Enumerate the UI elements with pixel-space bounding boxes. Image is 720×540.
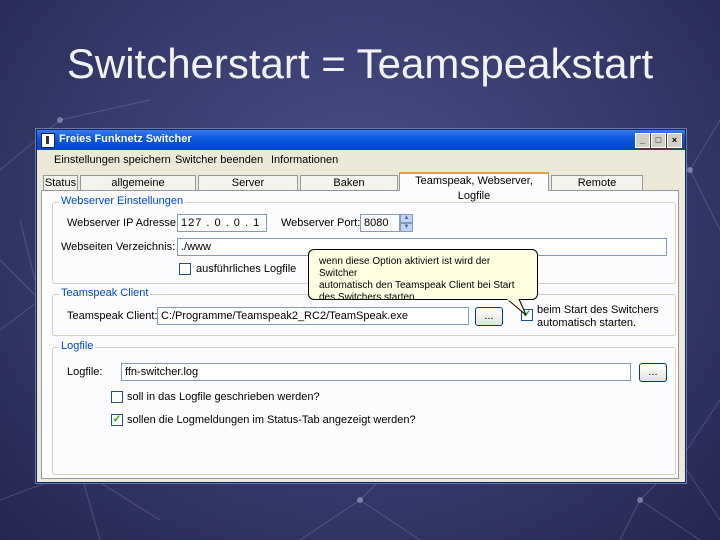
title-bar[interactable]: Freies Funknetz Switcher _ □ × <box>37 130 685 150</box>
teamspeak-browse-button[interactable]: ... <box>475 307 503 326</box>
menu-quit-switcher[interactable]: Switcher beenden <box>175 154 263 166</box>
close-button[interactable]: × <box>667 133 682 148</box>
port-spinner[interactable]: ▲ ▼ <box>400 214 413 232</box>
teamspeak-autostart-label-line2: automatisch starten. <box>537 317 637 329</box>
logfile-input[interactable]: ffn-switcher.log <box>121 363 631 381</box>
tab-status[interactable]: Status <box>43 175 78 190</box>
teamspeak-autostart-label-line1: beim Start des Switchers <box>537 304 659 316</box>
tooltip-line2: automatisch den Teamspeak Client bei Sta… <box>319 280 515 291</box>
webserver-ip-input[interactable]: 127 . 0 . 0 . 1 <box>177 214 267 232</box>
teamspeak-client-label: Teamspeak Client: <box>67 310 158 322</box>
window-title: Freies Funknetz Switcher <box>59 133 192 145</box>
write-logfile-label: soll in das Logfile geschrieben werden? <box>127 391 320 403</box>
verbose-logfile-label: ausführliches Logfile <box>196 263 297 275</box>
tab-general-settings[interactable]: allgemeine Einstellungen <box>80 175 196 204</box>
logfile-group: Logfile Logfile: ffn-switcher.log ... so… <box>52 340 676 475</box>
webserver-port-label: Webserver Port: <box>281 217 361 229</box>
tab-teamspeak-webserver-logfile[interactable]: Teamspeak, Webserver, Logfile <box>399 172 549 202</box>
webserver-ip-label: Webserver IP Adresse: <box>67 217 180 229</box>
webserver-group-legend: Webserver Einstellungen <box>59 195 186 207</box>
tooltip-line3: des Switchers starten. <box>319 292 418 303</box>
logfile-label: Logfile: <box>67 366 103 378</box>
logfile-browse-button[interactable]: ... <box>639 363 667 382</box>
verbose-logfile-checkbox[interactable] <box>179 263 191 275</box>
logfile-group-legend: Logfile <box>59 340 96 352</box>
webserver-port-input[interactable]: 8080 <box>360 214 400 232</box>
minimize-button[interactable]: _ <box>635 133 650 148</box>
tab-panel: Webserver Einstellungen Webserver IP Adr… <box>41 191 679 479</box>
maximize-button[interactable]: □ <box>651 133 666 148</box>
menu-save-settings[interactable]: Einstellungen speichern <box>54 154 171 166</box>
tooltip-line1: wenn diese Option aktiviert ist wird der… <box>319 256 491 279</box>
menu-bar: Einstellungen speichern Switcher beenden… <box>37 150 685 170</box>
tooltip-pointer <box>506 299 527 316</box>
app-icon <box>41 133 55 148</box>
write-logfile-checkbox[interactable] <box>111 391 123 403</box>
tab-remote-control[interactable]: Remote Steuerung <box>551 175 643 204</box>
slide-title: Switcherstart = Teamspeakstart <box>66 40 654 87</box>
webpage-dir-label: Webseiten Verzeichnis: <box>61 241 176 253</box>
tab-beacon-settings[interactable]: Baken Einstellungen <box>300 175 398 204</box>
autostart-tooltip: wenn diese Option aktiviert ist wird der… <box>308 249 538 303</box>
tab-server-settings[interactable]: Server Einstellungen <box>198 175 298 204</box>
teamspeak-group-legend: Teamspeak Client <box>59 287 151 299</box>
teamspeak-client-input[interactable]: C:/Programme/Teamspeak2_RC2/TeamSpeak.ex… <box>157 307 469 325</box>
menu-information[interactable]: Informationen <box>271 154 338 166</box>
spin-down-icon[interactable]: ▼ <box>400 223 413 232</box>
show-log-in-status-checkbox[interactable]: ✓ <box>111 414 123 426</box>
spin-up-icon[interactable]: ▲ <box>400 214 413 223</box>
app-window: Freies Funknetz Switcher _ □ × Einstellu… <box>36 129 686 483</box>
show-log-in-status-label: sollen die Logmeldungen im Status-Tab an… <box>127 414 416 426</box>
